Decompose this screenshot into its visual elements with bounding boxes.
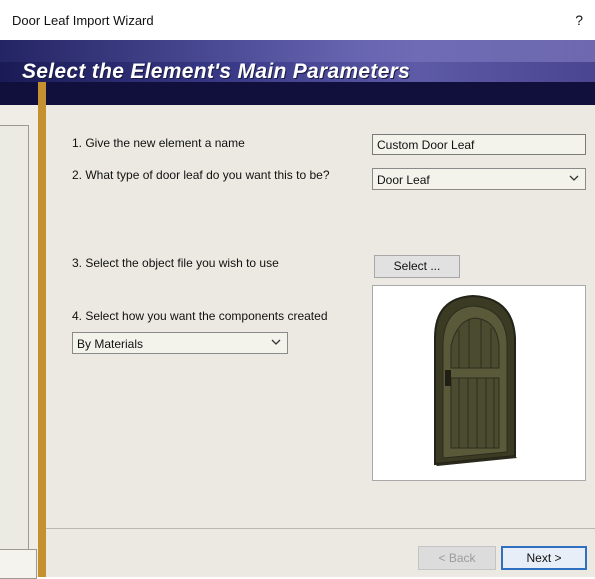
door-leaf-type-value: Door Leaf bbox=[377, 173, 430, 187]
left-panel bbox=[0, 105, 38, 577]
banner-highlight bbox=[0, 40, 595, 62]
select-object-button[interactable]: Select ... bbox=[374, 255, 460, 278]
step-4-label: 4. Select how you want the components cr… bbox=[72, 309, 328, 323]
wizard-banner: Select the Element's Main Parameters bbox=[0, 40, 595, 105]
components-created-value: By Materials bbox=[77, 337, 144, 351]
door-leaf-preview bbox=[434, 294, 517, 466]
left-panel-footer bbox=[0, 549, 37, 579]
left-panel-frame bbox=[0, 125, 29, 555]
door-leaf-type-select[interactable]: Door Leaf bbox=[372, 168, 586, 190]
step-3-label: 3. Select the object file you wish to us… bbox=[72, 256, 279, 270]
accent-bar bbox=[38, 82, 46, 577]
back-button[interactable]: < Back bbox=[418, 546, 496, 570]
chevron-down-icon bbox=[569, 172, 579, 187]
element-name-field[interactable]: Custom Door Leaf bbox=[372, 134, 586, 155]
banner-title: Select the Element's Main Parameters bbox=[22, 60, 411, 83]
banner-band bbox=[0, 82, 595, 105]
object-preview bbox=[372, 285, 586, 481]
footer-separator bbox=[46, 528, 595, 529]
chevron-down-icon bbox=[271, 336, 281, 351]
title-bar: Door Leaf Import Wizard ? bbox=[0, 0, 595, 41]
window-title: Door Leaf Import Wizard bbox=[12, 13, 154, 28]
step-2-label: 2. What type of door leaf do you want th… bbox=[72, 168, 330, 182]
next-button[interactable]: Next > bbox=[501, 546, 587, 570]
help-button[interactable]: ? bbox=[575, 12, 583, 28]
components-created-select[interactable]: By Materials bbox=[72, 332, 288, 354]
step-1-label: 1. Give the new element a name bbox=[72, 136, 245, 150]
